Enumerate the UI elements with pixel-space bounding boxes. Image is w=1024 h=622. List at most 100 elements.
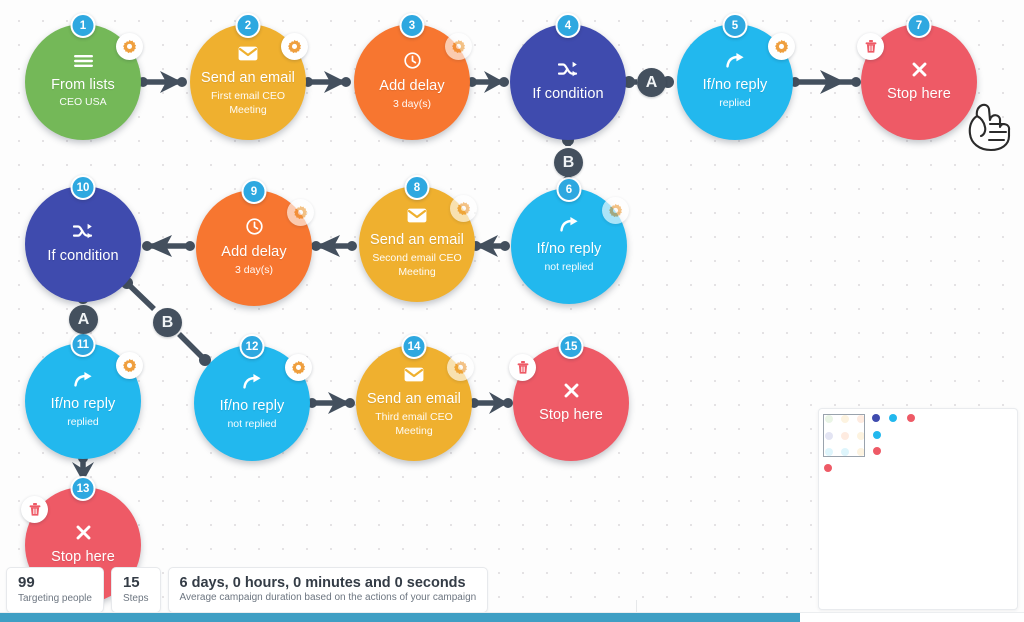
duration-value: 6 days, 0 hours, 0 minutes and 0 seconds — [179, 574, 466, 591]
node-title: If/no reply — [536, 241, 602, 258]
connector-12-14 — [307, 392, 355, 414]
campaign-sequence-canvas[interactable]: .ln { stroke:#44505e; stroke-width:5.5; … — [0, 0, 1024, 622]
step-number-badge: 8 — [404, 175, 430, 200]
node-title: Stop here — [887, 85, 951, 102]
node-title: From lists — [51, 76, 115, 93]
stat-targeting-people: 99 Targeting people — [6, 567, 104, 613]
close-icon — [76, 525, 91, 540]
node-subtitle: not replied — [544, 260, 594, 273]
node-if-condition-4[interactable]: 4 If condition — [510, 13, 626, 140]
step-number-badge: 6 — [556, 177, 582, 202]
duration-label: Average campaign duration based on the a… — [179, 592, 477, 604]
horizontal-scrollbar-track[interactable] — [0, 612, 1024, 622]
step-number-badge: 1 — [70, 13, 96, 38]
node-title: If condition — [532, 86, 604, 103]
node-subtitle: 3 day(s) — [393, 97, 431, 110]
node-title: If/no reply — [219, 398, 285, 415]
node-add-delay-9[interactable]: 9 Add delay 3 day(s) — [196, 179, 314, 306]
minimap-node-dot — [889, 414, 897, 422]
step-number-badge: 10 — [70, 175, 96, 200]
node-settings-button[interactable] — [602, 197, 629, 224]
minimap-node-dot — [872, 414, 880, 422]
node-title: Send an email — [370, 232, 464, 249]
trash-icon — [28, 502, 42, 517]
node-settings-button[interactable] — [287, 199, 314, 226]
steps-label: Steps — [122, 592, 149, 604]
node-if-no-reply-6[interactable]: 6 If/no reply not replied — [511, 177, 629, 304]
node-if-condition-10[interactable]: 10 If condition — [25, 175, 141, 302]
node-settings-button[interactable] — [285, 354, 312, 381]
step-number-badge: 7 — [906, 13, 932, 38]
gear-icon — [293, 205, 308, 220]
step-number-badge: 14 — [401, 334, 427, 359]
gear-icon — [451, 39, 466, 54]
node-settings-button[interactable] — [445, 33, 472, 60]
canvas-minimap[interactable] — [818, 408, 1018, 610]
step-number-badge: 5 — [722, 13, 748, 38]
step-number-badge: 12 — [239, 334, 265, 359]
gear-icon — [608, 203, 623, 218]
node-delete-button[interactable] — [21, 496, 48, 523]
node-settings-button[interactable] — [768, 33, 795, 60]
node-stop-here-15[interactable]: 15 Stop here — [509, 334, 629, 461]
minimap-node-dot — [873, 431, 881, 439]
gear-icon — [774, 39, 789, 54]
close-icon — [912, 62, 927, 77]
node-title: If/no reply — [50, 396, 116, 413]
gear-icon — [456, 201, 471, 216]
node-settings-button[interactable] — [450, 195, 477, 222]
envelope-icon — [238, 46, 258, 61]
reply-icon — [73, 372, 93, 387]
node-send-an-email-2[interactable]: 2 Send an email First email CEO Meeting — [190, 13, 308, 140]
node-settings-button[interactable] — [281, 33, 308, 60]
branch-label-a: A — [637, 68, 666, 97]
node-title: If/no reply — [702, 77, 768, 94]
envelope-icon — [407, 208, 427, 223]
node-send-an-email-8[interactable]: 8 Send an email Second email CEO Meeting — [359, 175, 477, 302]
envelope-icon — [404, 367, 424, 382]
node-title: Stop here — [51, 548, 115, 565]
trash-icon — [864, 39, 878, 54]
minimap-node-dot — [873, 447, 881, 455]
node-title: Add delay — [379, 78, 445, 95]
minimap-node-dot — [907, 414, 915, 422]
branch-label-b: B — [554, 148, 583, 177]
node-subtitle: replied — [719, 96, 751, 109]
step-number-badge: 11 — [70, 332, 96, 357]
node-subtitle: Second email CEO Meeting — [372, 251, 462, 278]
node-settings-button[interactable] — [447, 354, 474, 381]
connector-3-4 — [467, 71, 509, 93]
minimap-viewport[interactable] — [823, 414, 865, 457]
node-title: Add delay — [221, 244, 287, 261]
node-subtitle: replied — [67, 415, 99, 428]
gear-icon — [122, 358, 137, 373]
clock-icon — [245, 218, 263, 235]
step-number-badge: 15 — [558, 334, 584, 359]
node-stop-here-7[interactable]: 7 Stop here — [857, 13, 977, 140]
node-send-an-email-14[interactable]: 14 Send an email Third email CEO Meeting — [356, 334, 474, 461]
node-settings-button[interactable] — [116, 352, 143, 379]
shuffle-icon — [558, 61, 578, 77]
node-if-no-reply-12[interactable]: 12 If/no reply not replied — [194, 334, 312, 461]
connector-1-2 — [138, 71, 187, 93]
node-delete-button[interactable] — [509, 354, 536, 381]
stat-duration: 6 days, 0 hours, 0 minutes and 0 seconds… — [167, 567, 489, 613]
node-subtitle: First email CEO Meeting — [210, 89, 286, 116]
connector-5-7 — [790, 70, 861, 94]
connector-8-9 — [311, 235, 357, 257]
node-add-delay-3[interactable]: 3 Add delay 3 day(s) — [354, 13, 472, 140]
gear-icon — [291, 360, 306, 375]
connector-14-15 — [469, 392, 513, 414]
node-if-no-reply-11[interactable]: 11 If/no reply replied — [25, 332, 143, 459]
node-subtitle: 3 day(s) — [235, 263, 273, 276]
node-title: Send an email — [201, 70, 295, 87]
step-number-badge: 2 — [235, 13, 261, 38]
node-subtitle: not replied — [227, 417, 277, 430]
connector-2-3 — [303, 71, 351, 93]
horizontal-scrollbar-thumb[interactable] — [0, 613, 800, 622]
node-delete-button[interactable] — [857, 33, 884, 60]
node-settings-button[interactable] — [116, 33, 143, 60]
node-if-no-reply-5[interactable]: 5 If/no reply replied — [677, 13, 795, 140]
node-from-lists-1[interactable]: 1 From lists CEO USA — [25, 13, 143, 140]
reply-icon — [725, 53, 745, 68]
